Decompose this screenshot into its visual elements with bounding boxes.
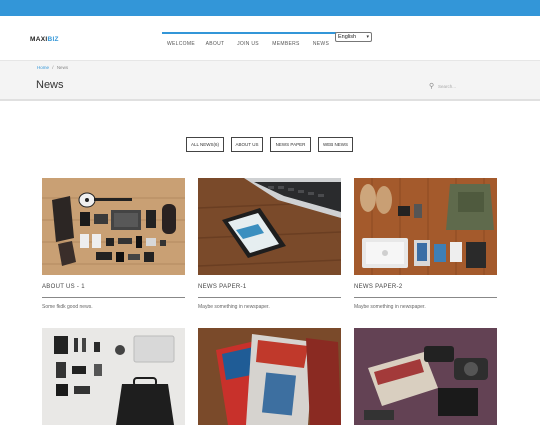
filter-bar: ALL NEWS(6) ABOUT US NEWS PAPER WEB NEWS [0, 137, 540, 152]
news-card[interactable]: ABOUT US - 1 Some fkdk good news. [42, 178, 185, 310]
site-logo[interactable]: MAXIBIZ [30, 36, 59, 43]
news-card-title[interactable] [42, 434, 185, 442]
breadcrumb-separator: / [52, 65, 54, 70]
filter-about-us[interactable]: ABOUT US [231, 137, 263, 152]
chevron-down-icon: ▾ [366, 34, 369, 40]
nav-item-about[interactable]: ABOUT [200, 34, 230, 52]
news-card-description: Some fkdk good news. [42, 304, 93, 310]
language-value: English [338, 34, 357, 40]
breadcrumb: Home / News [37, 65, 68, 70]
nav-item-welcome[interactable]: WELCOME [162, 34, 200, 52]
card-divider [42, 297, 185, 298]
top-accent-bar [0, 0, 540, 16]
filter-web-news[interactable]: WEB NEWS [318, 137, 353, 152]
news-card[interactable]: NEWS PAPER-1 Maybe something in newspape… [198, 178, 341, 310]
news-card-image[interactable] [42, 178, 185, 275]
news-card-image[interactable] [354, 178, 497, 275]
nav-item-join-us[interactable]: JOIN US [230, 34, 266, 52]
nav-item-members[interactable]: MEMBERS [266, 34, 306, 52]
main-nav: WELCOME ABOUT JOIN US MEMBERS NEWS [162, 32, 336, 52]
news-card-title[interactable] [198, 434, 341, 442]
news-card-image[interactable] [42, 328, 185, 425]
card-divider [198, 297, 341, 298]
card-divider [354, 297, 497, 298]
filter-all-news[interactable]: ALL NEWS(6) [186, 137, 224, 152]
news-card-title[interactable]: NEWS PAPER-1 [198, 284, 341, 292]
site-header: MAXIBIZ WELCOME ABOUT JOIN US MEMBERS NE… [0, 16, 540, 60]
filter-news-paper[interactable]: NEWS PAPER [270, 137, 311, 152]
breadcrumb-home[interactable]: Home [37, 65, 49, 70]
nav-item-news[interactable]: NEWS [306, 34, 336, 52]
news-card-image[interactable] [198, 328, 341, 425]
news-card-title[interactable] [354, 434, 497, 442]
news-card-description: Maybe something in newspaper. [354, 304, 426, 310]
news-card-description: Maybe something in newspaper. [198, 304, 270, 310]
logo-text-main: MAXI [30, 36, 48, 43]
news-card[interactable] [42, 328, 185, 442]
search-icon[interactable]: ⚲ [429, 83, 434, 90]
news-card[interactable] [354, 328, 497, 442]
page-title: News [36, 79, 64, 91]
page-banner: Home / News News ⚲ Search... [0, 60, 540, 101]
breadcrumb-current: News [56, 65, 69, 70]
news-card-image[interactable] [354, 328, 497, 425]
news-card-title[interactable]: NEWS PAPER-2 [354, 284, 497, 292]
search-input[interactable]: Search... [438, 84, 456, 89]
language-select[interactable]: English ▾ [335, 32, 372, 42]
news-card[interactable]: NEWS PAPER-2 Maybe something in newspape… [354, 178, 497, 310]
news-card-title[interactable]: ABOUT US - 1 [42, 284, 185, 292]
news-card[interactable] [198, 328, 341, 442]
logo-text-accent: BIZ [47, 36, 59, 43]
news-card-image[interactable] [198, 178, 341, 275]
search-box[interactable]: ⚲ Search... [429, 83, 499, 91]
